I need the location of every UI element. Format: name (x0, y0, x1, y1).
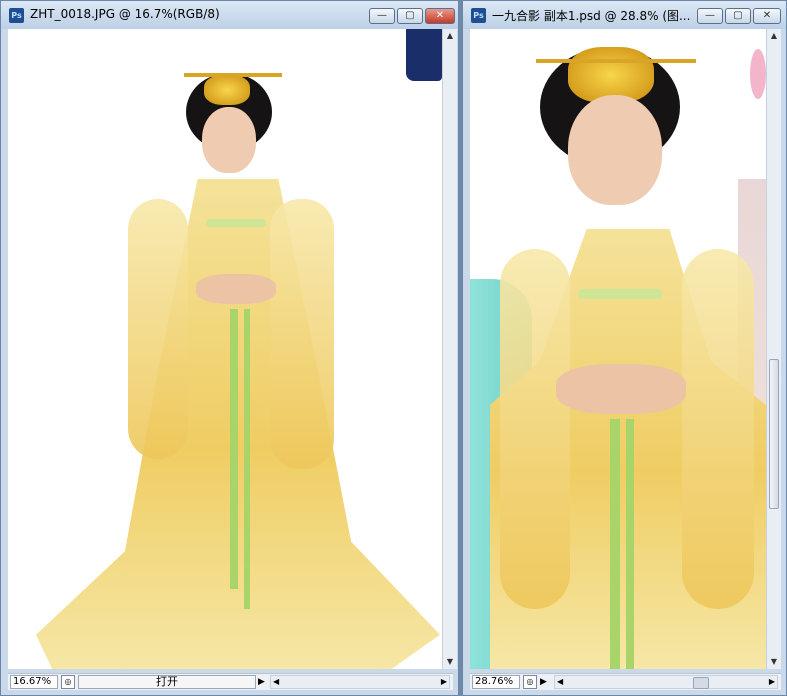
horizontal-scrollbar[interactable]: ◀ ▶ (554, 675, 778, 689)
scroll-right-arrow[interactable]: ▶ (769, 676, 775, 688)
bodice-trim (578, 289, 662, 299)
status-bar: 16.67% ◎ 打开 ▶ ◀ ▶ (8, 673, 453, 690)
horizontal-scroll-thumb[interactable] (693, 677, 709, 689)
bodice-trim (206, 219, 266, 227)
document-title: ZHT_0018.JPG @ 16.7%(RGB/8) (30, 7, 220, 21)
robe (36, 179, 440, 669)
status-info-field: 打开 (78, 675, 256, 689)
right-sleeve (682, 249, 754, 609)
document-title: 一九合影 副本1.psd @ 28.8% (图... (492, 9, 691, 23)
sash-right (244, 309, 250, 609)
vertical-scrollbar[interactable]: ▲ ▼ (442, 29, 457, 669)
zoom-level-field[interactable]: 28.76% (472, 675, 520, 689)
close-button[interactable]: ✕ (753, 8, 781, 24)
title-bar[interactable]: Ps 一九合影 副本1.psd @ 28.8% (图... — ▢ ✕ (463, 1, 786, 29)
sash-right (626, 419, 634, 669)
scroll-left-arrow[interactable]: ◀ (557, 676, 563, 688)
minimize-button[interactable]: — (697, 8, 723, 24)
hairpin (536, 59, 696, 63)
horizontal-scrollbar[interactable]: ◀ ▶ (270, 675, 450, 689)
vertical-scroll-thumb[interactable] (769, 359, 779, 509)
hairpin (184, 73, 282, 77)
close-button[interactable]: ✕ (425, 8, 455, 24)
left-sleeve (500, 249, 570, 609)
right-sleeve (270, 199, 334, 469)
background-object (406, 29, 442, 81)
pink-flower (750, 49, 766, 99)
title-bar[interactable]: Ps ZHT_0018.JPG @ 16.7%(RGB/8) — ▢ ✕ (1, 1, 458, 29)
face (202, 107, 256, 173)
scroll-up-arrow[interactable]: ▲ (767, 29, 781, 43)
maximize-button[interactable]: ▢ (397, 8, 423, 24)
gold-headdress (204, 75, 250, 105)
scroll-down-arrow[interactable]: ▼ (767, 655, 781, 669)
maximize-button[interactable]: ▢ (725, 8, 751, 24)
sash-left (610, 419, 620, 669)
minimize-button[interactable]: — (369, 8, 395, 24)
scroll-up-arrow[interactable]: ▲ (443, 29, 457, 43)
left-sleeve (128, 199, 188, 459)
sash-left (230, 309, 238, 589)
info-icon[interactable]: ◎ (523, 675, 537, 689)
photoshop-icon: Ps (471, 8, 486, 23)
status-menu-arrow-icon[interactable]: ▶ (258, 676, 268, 688)
vertical-scrollbar[interactable]: ▲ ▼ (766, 29, 781, 669)
image-canvas[interactable] (470, 29, 766, 669)
image-canvas[interactable] (8, 29, 442, 669)
document-window-right[interactable]: Ps 一九合影 副本1.psd @ 28.8% (图... — ▢ ✕ ▲ ▼ … (462, 0, 787, 696)
scroll-left-arrow[interactable]: ◀ (273, 676, 279, 688)
hands (556, 364, 686, 414)
status-menu-arrow-icon[interactable]: ▶ (540, 676, 550, 688)
face (568, 95, 662, 205)
zoom-level-field[interactable]: 16.67% (10, 675, 58, 689)
scroll-right-arrow[interactable]: ▶ (441, 676, 447, 688)
info-icon[interactable]: ◎ (61, 675, 75, 689)
hands (196, 274, 276, 304)
photoshop-icon: Ps (9, 8, 24, 23)
status-bar: 28.76% ◎ ▶ ◀ ▶ (470, 673, 781, 690)
document-window-left[interactable]: Ps ZHT_0018.JPG @ 16.7%(RGB/8) — ▢ ✕ ▲ ▼… (0, 0, 459, 696)
scroll-down-arrow[interactable]: ▼ (443, 655, 457, 669)
